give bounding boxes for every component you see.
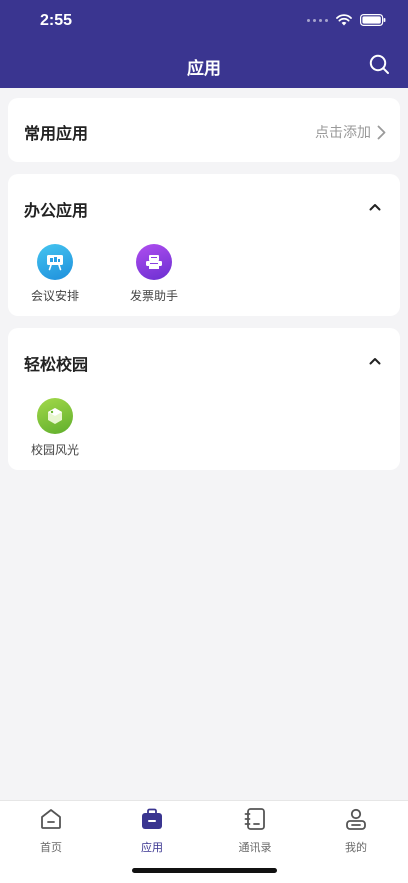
- tab-label: 通讯录: [238, 841, 272, 854]
- app-invoice[interactable]: 发票助手: [119, 244, 189, 304]
- add-app-label: 点击添加: [315, 125, 371, 141]
- app-label: 会议安排: [30, 289, 79, 303]
- wifi-icon: [336, 14, 352, 26]
- signal-icon: [307, 18, 328, 22]
- home-indicator: [132, 868, 277, 873]
- invoice-icon: [136, 244, 172, 280]
- home-icon: [41, 809, 61, 829]
- status-icons: [307, 14, 386, 26]
- contacts-icon: [244, 808, 265, 830]
- page-title: 应用: [187, 59, 221, 79]
- office-apps-title: 办公应用: [24, 201, 89, 220]
- chevron-up-icon[interactable]: [368, 354, 382, 368]
- frequent-apps-title: 常用应用: [24, 124, 89, 143]
- user-icon: [346, 808, 366, 830]
- tab-label: 首页: [40, 841, 62, 854]
- battery-icon: [360, 14, 386, 26]
- tab-label: 我的: [345, 841, 367, 854]
- app-meeting[interactable]: 会议安排: [20, 244, 90, 304]
- tab-apps[interactable]: 应用: [112, 807, 192, 855]
- search-icon[interactable]: [368, 53, 390, 75]
- chevron-right-icon: [377, 125, 386, 139]
- campus-apps-title: 轻松校园: [24, 355, 89, 374]
- briefcase-icon: [142, 808, 162, 829]
- tab-contacts[interactable]: 通讯录: [215, 807, 295, 855]
- add-app-link[interactable]: 点击添加: [315, 122, 386, 142]
- app-screen: 2:55 应用 常用应用 点击添加 办公应用 会议安排 发票助手 轻松校园 校园…: [0, 0, 408, 883]
- tab-home[interactable]: 首页: [11, 807, 91, 855]
- chevron-up-icon[interactable]: [368, 200, 382, 214]
- scenery-icon: [37, 398, 73, 434]
- app-campus-scenery[interactable]: 校园风光: [20, 398, 90, 458]
- meeting-icon: [37, 244, 73, 280]
- app-label: 校园风光: [30, 443, 79, 457]
- header-bar: 2:55 应用: [0, 0, 408, 88]
- office-apps-card: 办公应用 会议安排 发票助手: [8, 174, 400, 316]
- status-time: 2:55: [40, 12, 73, 29]
- campus-apps-card: 轻松校园 校园风光: [8, 328, 400, 470]
- app-label: 发票助手: [129, 289, 178, 303]
- tab-label: 应用: [141, 841, 163, 854]
- tab-profile[interactable]: 我的: [316, 807, 396, 855]
- frequent-apps-card: 常用应用 点击添加: [8, 98, 400, 162]
